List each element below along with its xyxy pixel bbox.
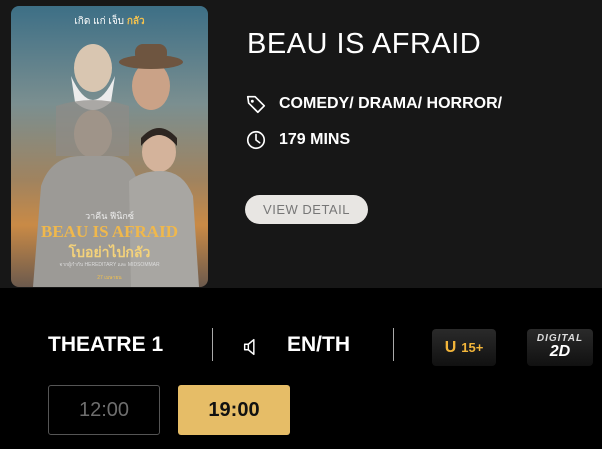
view-detail-button[interactable]: VIEW DETAIL xyxy=(245,195,368,224)
language-label: EN/TH xyxy=(287,333,350,356)
divider xyxy=(393,328,394,361)
format-bottom-label: 2D xyxy=(549,343,571,360)
poster-title: BEAU IS AFRAID xyxy=(41,222,178,241)
genre-text: COMEDY/ DRAMA/ HORROR/ xyxy=(279,95,503,112)
format-badge: DIGITAL 2D xyxy=(527,329,593,366)
clock-icon xyxy=(246,130,266,150)
duration-row: 179 MINS xyxy=(245,129,350,151)
movie-title: BEAU IS AFRAID xyxy=(247,28,482,60)
rating-badge: U 15+ xyxy=(432,329,496,366)
poster-tagline: เกิด แก่ เจ็บ กลัว xyxy=(74,16,145,27)
theatre-label: THEATRE 1 xyxy=(48,333,164,356)
rating-letter: U xyxy=(444,338,457,356)
showtime-button[interactable]: 19:00 xyxy=(178,385,290,435)
tag-icon xyxy=(246,95,266,114)
genre-row: COMEDY/ DRAMA/ HORROR/ xyxy=(245,93,502,115)
duration-text: 179 MINS xyxy=(279,131,351,148)
showtime-button-past: 12:00 xyxy=(48,385,160,435)
poster-credits: จากผู้กำกับ HEREDITARY และ MIDSOMMAR xyxy=(59,262,160,268)
poster-cast-name: วาคีน ฟีนิกซ์ xyxy=(85,211,134,221)
rating-age: 15+ xyxy=(461,340,484,355)
divider xyxy=(212,328,213,361)
movie-poster[interactable]: เกิด แก่ เจ็บ กลัว วาคีน ฟีนิกซ์ BEAU IS… xyxy=(11,6,208,287)
speaker-icon xyxy=(243,338,255,356)
poster-release-date: 27 เมษายน xyxy=(97,275,122,281)
